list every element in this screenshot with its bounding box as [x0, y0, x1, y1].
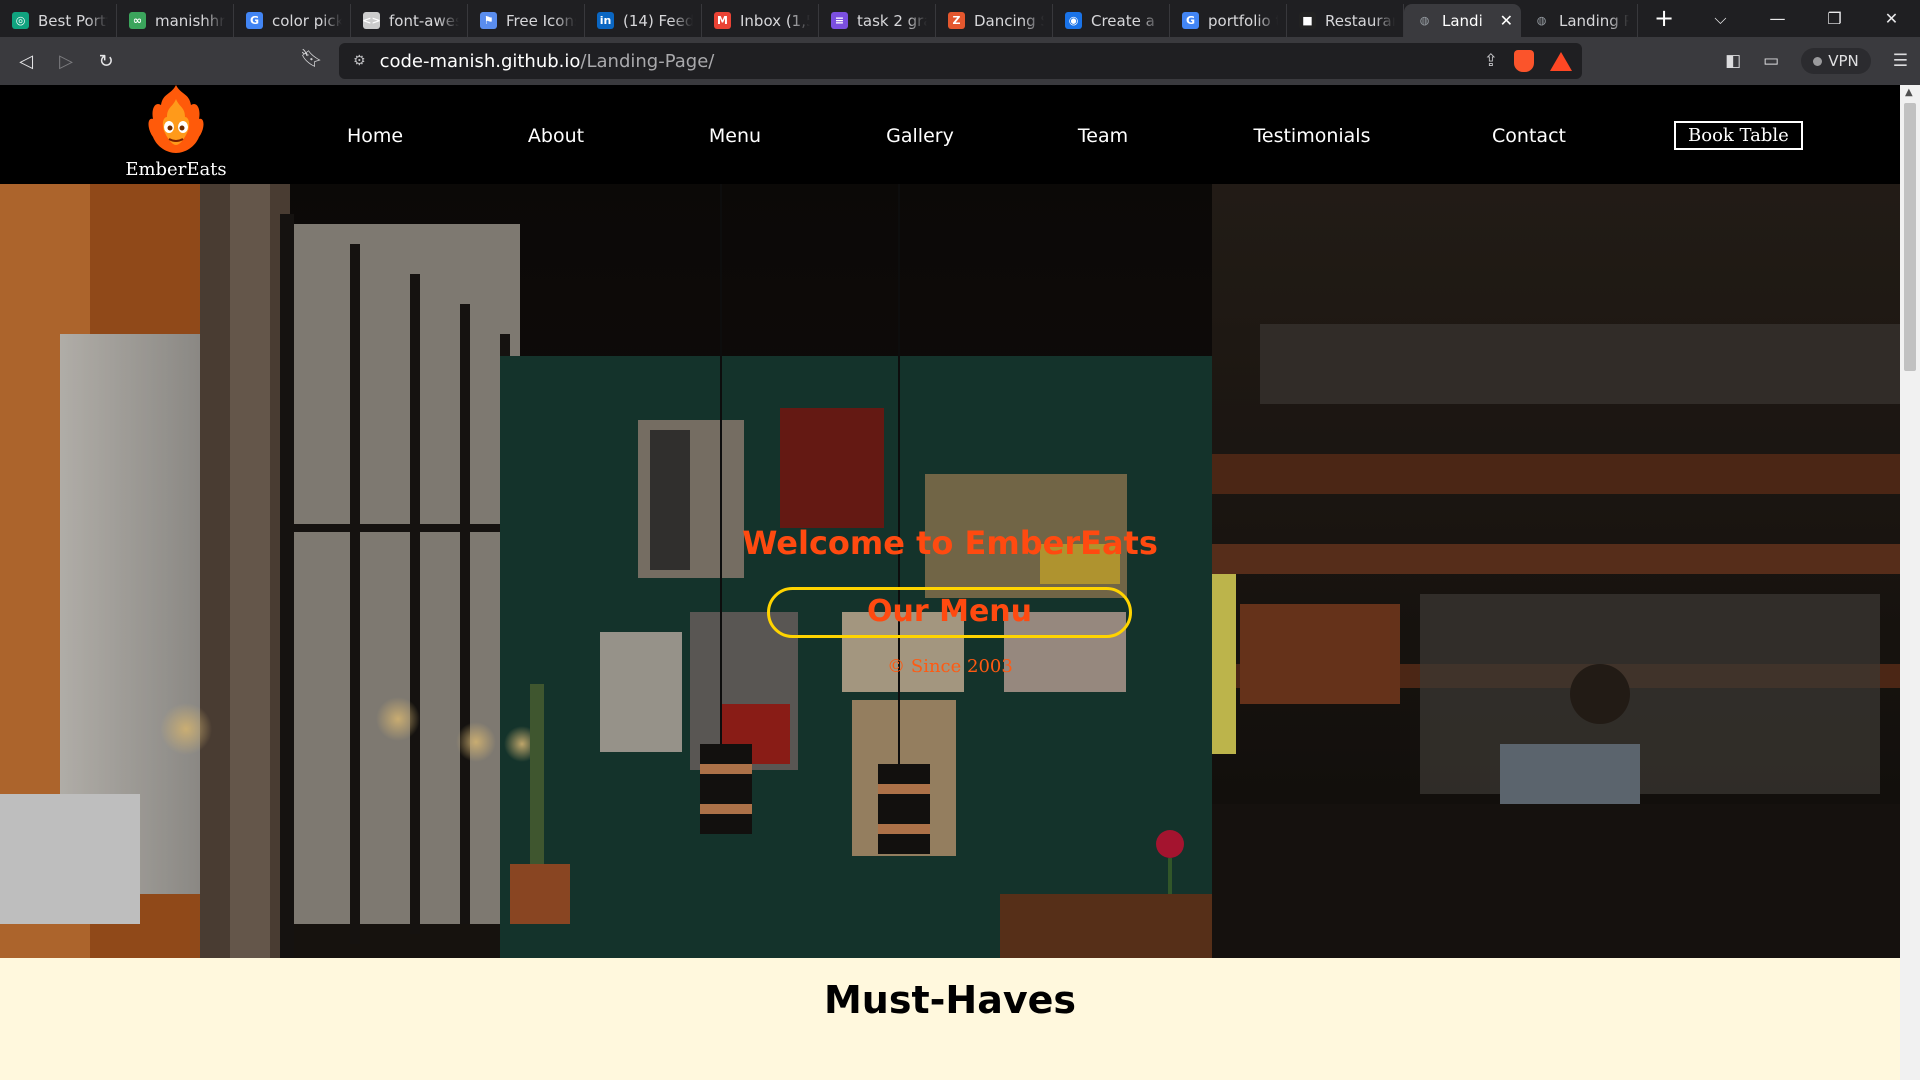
tab-title: task 2 gra — [857, 11, 927, 30]
globe-icon: ◍ — [1536, 14, 1547, 27]
scroll-up-arrow-icon[interactable]: ▲ — [1905, 87, 1913, 98]
window-controls: ⌵ — ❐ ✕ — [1692, 0, 1920, 37]
browser-tab[interactable]: ∞ manishhrp — [117, 4, 234, 37]
tab-search-chevron-icon[interactable]: ⌵ — [1692, 9, 1749, 29]
zap-icon: Z — [948, 12, 965, 29]
back-button[interactable]: ◁ — [6, 51, 46, 72]
chrome-icon: ◉ — [1065, 12, 1082, 29]
nav-link-home[interactable]: Home — [347, 125, 403, 147]
nav-link-about[interactable]: About — [528, 125, 584, 147]
tab-title: Restauran — [1325, 11, 1395, 30]
share-icon[interactable]: ⇪ — [1484, 51, 1498, 71]
tab-title: Inbox (1,5 — [740, 11, 810, 30]
openai-icon: ◎ — [12, 12, 29, 29]
square-icon: ■ — [1299, 12, 1316, 29]
tab-title: portfolio t — [1208, 11, 1278, 30]
browser-tab[interactable]: Z Dancing S — [936, 4, 1053, 37]
hero-background-image — [0, 184, 1900, 958]
doc-icon: ≡ — [831, 12, 848, 29]
flame-logo-icon — [141, 85, 211, 161]
browser-tab[interactable]: ◍ Landi ✕ — [1404, 4, 1521, 37]
tab-title: Landing P — [1559, 11, 1629, 30]
browser-tab[interactable]: Gportfolio t — [1170, 4, 1287, 37]
google-icon: G — [246, 12, 263, 29]
nav-link-menu[interactable]: Menu — [709, 125, 761, 147]
our-menu-button[interactable]: Our Menu — [767, 587, 1132, 638]
scrollbar-thumb[interactable] — [1904, 103, 1916, 371]
browser-tab[interactable]: ◎ Best Portfo — [0, 4, 117, 37]
vpn-button[interactable]: VPN — [1801, 48, 1871, 74]
tab-title: manishhrp — [155, 11, 225, 30]
code-icon: <> — [362, 12, 381, 29]
tab-title: Create a P — [1091, 11, 1161, 30]
linkedin-icon: in — [597, 12, 614, 29]
nav-link-contact[interactable]: Contact — [1492, 125, 1566, 147]
since-text: © Since 2003 — [887, 656, 1013, 677]
site-navbar: EmberEats Home About Menu Gallery Team Testim… — [0, 85, 1900, 184]
browser-tab[interactable]: M Inbox (1,5 — [702, 4, 819, 37]
brave-rewards-icon[interactable] — [1550, 51, 1572, 71]
site-info-icon[interactable]: ⚙︎ — [353, 53, 366, 69]
nav-link-gallery[interactable]: Gallery — [886, 125, 954, 147]
book-table-button[interactable]: Book Table — [1674, 121, 1803, 150]
globe-icon: ◍ — [1419, 14, 1430, 27]
reload-button[interactable]: ↻ — [86, 51, 126, 72]
browser-tab[interactable]: ◍ Landing P — [1521, 4, 1638, 37]
url-host: code-manish.github.io — [379, 50, 581, 72]
url-path: /Landing-Page/ — [580, 50, 715, 72]
browser-tab[interactable]: ◉ Create a P — [1053, 4, 1170, 37]
tab-title: Dancing S — [974, 11, 1044, 30]
browser-tab[interactable]: ■ Restauran — [1287, 4, 1404, 37]
browser-tab[interactable]: ⚑ Free Icons — [468, 4, 585, 37]
sidebar-toggle-icon[interactable]: ◧ — [1725, 51, 1741, 71]
address-bar[interactable]: ⚙︎ code-manish.github.io/Landing-Page/ ⇪ — [339, 43, 1582, 79]
brand-name: EmberEats — [125, 159, 227, 180]
forward-button[interactable]: ▷ — [46, 51, 86, 72]
browser-tab[interactable]: <> font-aweso — [351, 4, 468, 37]
tab-title: Landi — [1442, 11, 1483, 30]
gmail-icon: M — [714, 12, 731, 29]
close-window-button[interactable]: ✕ — [1863, 9, 1920, 28]
brand-logo[interactable]: EmberEats — [118, 85, 234, 180]
tab-title: Best Portfo — [38, 11, 108, 30]
menu-icon[interactable]: ☰ — [1893, 51, 1908, 71]
minimize-button[interactable]: — — [1749, 9, 1806, 28]
bookmark-icon[interactable]: 🔖︎ — [300, 48, 323, 69]
tab-title: (14) Feed — [623, 11, 693, 30]
page-scrollbar[interactable]: ▲ — [1900, 85, 1920, 1080]
browser-toolbar: ◁ ▷ ↻ 🔖︎ ⚙︎ code-manish.github.io/Landin… — [0, 37, 1920, 85]
vpn-status-dot — [1813, 57, 1823, 66]
tab-title: font-aweso — [389, 11, 459, 30]
browser-tab[interactable]: in (14) Feed — [585, 4, 702, 37]
infinity-icon: ∞ — [129, 12, 146, 29]
browser-tabstrip: ◎ Best Portfo ∞ manishhrp Gcolor picke <> font… — [0, 0, 1920, 37]
flag-icon: ⚑ — [480, 12, 497, 29]
restore-button[interactable]: ❐ — [1806, 9, 1863, 28]
brave-shields-icon[interactable] — [1514, 50, 1534, 72]
tab-title: Free Icons — [506, 11, 576, 30]
browser-tab[interactable]: ≡ task 2 gra — [819, 4, 936, 37]
new-tab-button[interactable]: + — [1644, 0, 1684, 37]
hero-title: Welcome to EmberEats — [742, 524, 1158, 562]
tab-list: ◎ Best Portfo ∞ manishhrp Gcolor picke <> font… — [0, 0, 1638, 37]
wallet-icon[interactable]: ▭ — [1763, 51, 1779, 71]
browser-tab[interactable]: Gcolor picke — [234, 4, 351, 37]
page-viewport: EmberEats Home About Menu Gallery Team Testim… — [0, 85, 1900, 1080]
vpn-label: VPN — [1828, 52, 1859, 70]
must-haves-heading: Must-Haves — [823, 978, 1077, 1022]
nav-link-testimonials[interactable]: Testimonials — [1254, 125, 1371, 147]
close-tab-icon[interactable]: ✕ — [1500, 11, 1513, 30]
google-icon: G — [1182, 12, 1199, 29]
hero-section: Welcome to EmberEats Our Menu © Since 20… — [0, 184, 1900, 958]
tab-title: color picke — [272, 11, 342, 30]
nav-link-team[interactable]: Team — [1078, 125, 1128, 147]
